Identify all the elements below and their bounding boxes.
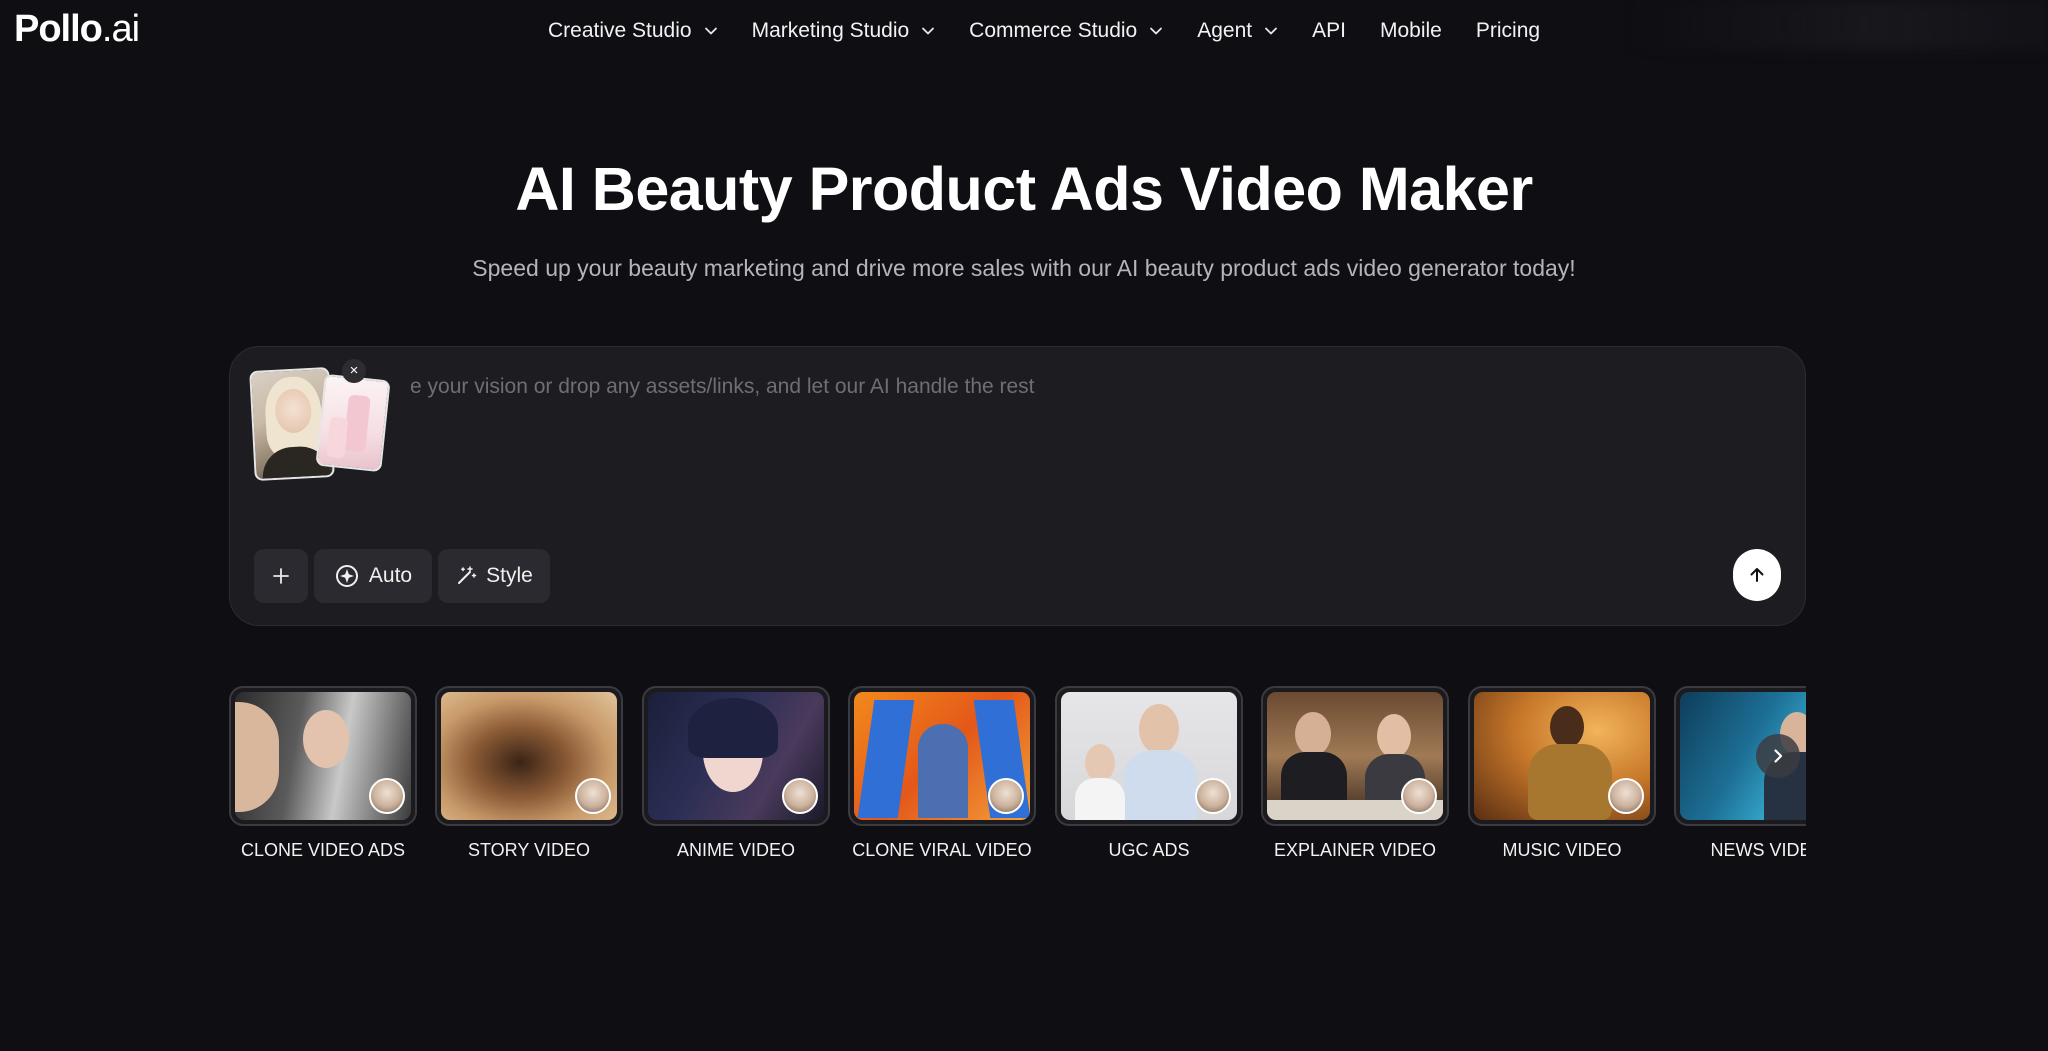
template-card — [848, 686, 1036, 826]
template-thumbnail — [854, 692, 1030, 820]
template-anime-video[interactable]: ANIME VIDEO — [642, 686, 830, 861]
main-nav: Creative Studio Marketing Studio Commerc… — [548, 14, 1574, 48]
plus-icon — [273, 568, 289, 584]
nav-commerce-studio[interactable]: Commerce Studio — [969, 19, 1163, 43]
nav-label: Marketing Studio — [751, 19, 910, 42]
template-label: ANIME VIDEO — [676, 840, 796, 860]
nav-label: Creative Studio — [548, 19, 692, 42]
nav-agent[interactable]: Agent — [1197, 19, 1278, 43]
template-card — [642, 686, 830, 826]
template-clone-viral-video[interactable]: CLONE VIRAL VIDEO — [848, 686, 1036, 861]
arrow-up-icon — [1750, 568, 1764, 582]
template-label: NEWS VIDEO — [1710, 840, 1806, 860]
nav-pricing[interactable]: Pricing — [1476, 19, 1540, 43]
nav-creative-studio[interactable]: Creative Studio — [548, 19, 718, 43]
pollo-logo[interactable]: Pollo.ai — [14, 8, 140, 51]
template-card — [1055, 686, 1243, 826]
logo-brand: Pollo — [14, 8, 103, 50]
template-label: UGC ADS — [1108, 840, 1190, 860]
nav-label: Pricing — [1475, 19, 1541, 42]
creator-avatar — [1401, 778, 1437, 814]
template-thumbnail — [1267, 692, 1443, 820]
creator-avatar — [1608, 778, 1644, 814]
prompt-input[interactable]: e your vision or drop any assets/links, … — [410, 375, 1035, 399]
page-title: AI Beauty Product Ads Video Maker — [515, 155, 1533, 223]
template-ugc-ads[interactable]: UGC ADS — [1055, 686, 1243, 861]
template-label: EXPLAINER VIDEO — [1273, 840, 1437, 860]
nav-api[interactable]: API — [1312, 19, 1346, 43]
page: Pollo.ai Creative Studio Marketing Studi… — [0, 0, 2048, 1051]
auto-mode-button[interactable]: Auto — [314, 549, 432, 603]
nav-mobile[interactable]: Mobile — [1380, 19, 1442, 43]
attached-assets: × — [249, 359, 422, 489]
page-subtitle: Speed up your beauty marketing and drive… — [472, 255, 1576, 281]
auto-icon — [334, 563, 360, 589]
prompt-box[interactable]: e your vision or drop any assets/links, … — [229, 346, 1806, 626]
nav-label: Mobile — [1379, 19, 1442, 42]
chevron-down-icon — [1265, 27, 1278, 35]
template-card — [435, 686, 623, 826]
template-thumbnail — [1474, 692, 1650, 820]
remove-assets-button[interactable]: × — [342, 359, 366, 383]
template-label: CLONE VIRAL VIDEO — [852, 840, 1032, 860]
template-label: CLONE VIDEO ADS — [240, 840, 406, 860]
template-label: MUSIC VIDEO — [1502, 840, 1622, 860]
creator-avatar — [575, 778, 611, 814]
logo-suffix: .ai — [101, 8, 140, 50]
top-nav-bar: Pollo.ai Creative Studio Marketing Studi… — [0, 0, 2048, 60]
template-card — [229, 686, 417, 826]
magic-wand-icon — [455, 565, 477, 587]
style-label: Style — [486, 564, 533, 587]
template-thumbnail — [441, 692, 617, 820]
header-fade-overlay — [1628, 0, 2048, 50]
creator-avatar — [1195, 778, 1231, 814]
template-card — [1468, 686, 1656, 826]
template-explainer-video[interactable]: EXPLAINER VIDEO — [1261, 686, 1449, 861]
style-button[interactable]: Style — [438, 549, 550, 603]
nav-label: API — [1312, 19, 1346, 42]
auto-label: Auto — [368, 564, 413, 587]
submit-button[interactable] — [1733, 549, 1781, 601]
template-story-video[interactable]: STORY VIDEO — [435, 686, 623, 861]
template-carousel: CLONE VIDEO ADS STORY VIDEO ANIME VIDEO — [229, 686, 1806, 866]
chevron-down-icon — [1150, 27, 1163, 35]
chevron-down-icon — [922, 27, 935, 35]
add-asset-button[interactable] — [254, 549, 308, 603]
template-label: STORY VIDEO — [467, 840, 591, 860]
nav-marketing-studio[interactable]: Marketing Studio — [752, 19, 936, 43]
template-music-video[interactable]: MUSIC VIDEO — [1468, 686, 1656, 861]
template-card — [1261, 686, 1449, 826]
creator-avatar — [782, 778, 818, 814]
template-thumbnail — [648, 692, 824, 820]
prompt-toolbar: Auto Style — [254, 549, 556, 603]
template-thumbnail — [1061, 692, 1237, 820]
nav-label: Agent — [1197, 19, 1253, 42]
creator-avatar — [369, 778, 405, 814]
chevron-down-icon — [704, 27, 717, 35]
attached-product-image — [315, 373, 391, 473]
template-thumbnail — [235, 692, 411, 820]
creator-avatar — [988, 778, 1024, 814]
chevron-right-icon — [1774, 749, 1783, 763]
carousel-next-button[interactable] — [1756, 734, 1800, 778]
template-clone-video-ads[interactable]: CLONE VIDEO ADS — [229, 686, 417, 861]
nav-label: Commerce Studio — [969, 19, 1138, 42]
